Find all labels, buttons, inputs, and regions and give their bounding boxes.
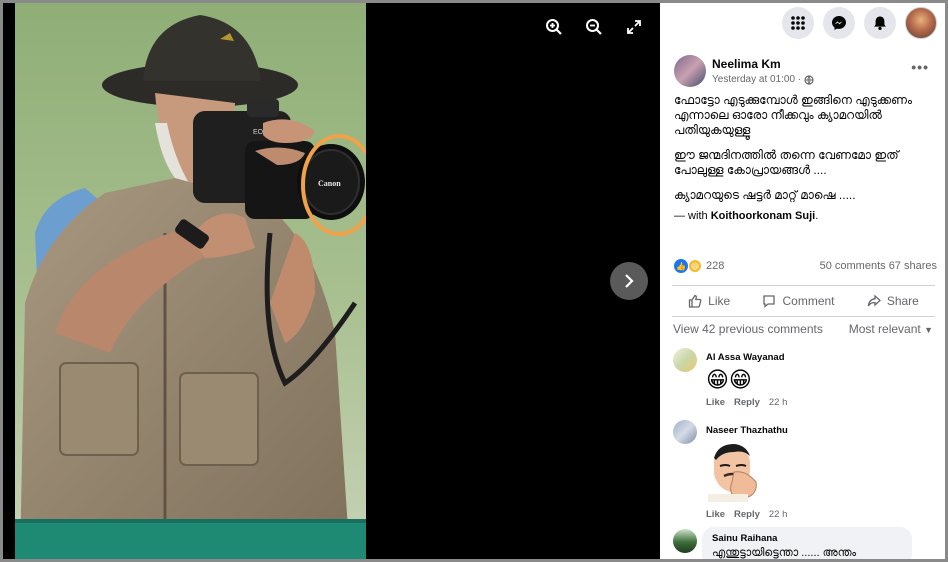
- haha-reaction-icon: 😆: [688, 259, 702, 273]
- notifications-bell-icon: [874, 16, 886, 30]
- messenger-icon: [832, 16, 846, 30]
- comment-button[interactable]: Comment: [762, 294, 835, 308]
- post-body: ഫോട്ടോ എടുക്കുമ്പോൾ ഇങ്ങിനെ എടുക്കണം എന്…: [660, 89, 945, 224]
- comments-controls: View 42 previous comments Most relevant …: [673, 322, 933, 336]
- comment-text: 😁😁: [706, 367, 752, 392]
- post-paragraph-1: ഫോട്ടോ എടുക്കുമ്പോൾ ഇങ്ങിനെ എടുക്കണം എന്…: [674, 93, 912, 137]
- comment-text: എന്തുട്ടായിട്ടെന്താ ...... അന്തം: [712, 547, 857, 559]
- comment-reply-button[interactable]: Reply: [734, 397, 760, 408]
- viewer-toolbar: [544, 17, 644, 37]
- with-suffix: .: [815, 210, 819, 222]
- zoom-in-icon[interactable]: [544, 17, 564, 37]
- post-header: Neelima Km Yesterday at 01:00 · •••: [660, 41, 945, 89]
- tagged-person-link[interactable]: Koithoorkonam Suji: [711, 210, 816, 222]
- post-actions: Like Comment Share: [672, 285, 935, 317]
- chevron-right-icon: [625, 274, 634, 288]
- post-panel: Neelima Km Yesterday at 01:00 · ••• ഫോട്…: [660, 3, 945, 559]
- comment-time[interactable]: 22 h: [769, 509, 788, 520]
- like-reaction-icon: 👍: [674, 259, 688, 273]
- post-photo: EOS Canon: [15, 3, 366, 559]
- comment-time[interactable]: 22 h: [769, 397, 788, 408]
- like-button[interactable]: Like: [688, 294, 730, 308]
- commenter-name[interactable]: Naseer Thazhathu: [706, 425, 788, 436]
- comment-label: Comment: [782, 294, 835, 308]
- commenter-avatar[interactable]: [673, 529, 697, 553]
- commenter-avatar[interactable]: [673, 420, 697, 444]
- commenter-name[interactable]: Al Assa Wayanad: [706, 352, 787, 363]
- shares-count[interactable]: 67 shares: [889, 260, 937, 272]
- share-icon: [867, 294, 881, 307]
- post-paragraph-3: ക്യാമറയുടെ ഷട്ടർ മാറ്റ് മാഷെ .....: [674, 188, 856, 202]
- share-label: Share: [886, 294, 919, 308]
- commenter-avatar[interactable]: [673, 348, 697, 372]
- notifications-button[interactable]: [864, 7, 896, 39]
- tagged-with: — with Koithoorkonam Suji.: [674, 209, 937, 224]
- post-timestamp[interactable]: Yesterday at 01:00 ·: [712, 74, 801, 85]
- comment-item: Sainu Raihana എന്തുട്ടായിട്ടെന്താ ......…: [673, 527, 937, 559]
- thumbs-up-icon: [689, 294, 702, 308]
- comment-actions: Like Reply 22 h: [706, 509, 788, 520]
- sort-comments-dropdown[interactable]: Most relevant ▼: [849, 322, 933, 336]
- comment-item: Al Assa Wayanad 😁😁 Like Reply 22 h: [673, 348, 937, 408]
- author-avatar[interactable]: [674, 55, 706, 87]
- comment-item: Naseer Thazhathu Like Reply 22 h: [673, 420, 937, 520]
- comment-icon: [763, 295, 776, 308]
- comment-like-button[interactable]: Like: [706, 509, 725, 520]
- facepalm-sticker-icon: [708, 444, 757, 502]
- author-name[interactable]: Neelima Km: [712, 57, 814, 71]
- comment-actions: Like Reply 22 h: [706, 397, 787, 408]
- share-button[interactable]: Share: [867, 294, 919, 308]
- commenter-name[interactable]: Sainu Raihana: [712, 533, 902, 544]
- photo-viewer: EOS Canon: [3, 3, 660, 559]
- sort-label: Most relevant: [848, 322, 921, 336]
- zoom-out-icon[interactable]: [584, 17, 604, 37]
- comment-reply-button[interactable]: Reply: [734, 509, 760, 520]
- post-options-button[interactable]: •••: [911, 59, 929, 75]
- messenger-button[interactable]: [823, 7, 855, 39]
- menu-grid-button[interactable]: [782, 7, 814, 39]
- next-photo-button[interactable]: [610, 262, 648, 300]
- like-label: Like: [708, 294, 731, 308]
- post-paragraph-2: ഈ ജന്മദിനത്തിൽ തന്നെ വേണമോ ഇത് പോലുള്ള ക…: [674, 148, 899, 177]
- caret-down-icon: ▼: [924, 325, 933, 335]
- comment-like-button[interactable]: Like: [706, 397, 725, 408]
- reactions-summary[interactable]: 👍 😆 228: [674, 259, 724, 273]
- account-avatar[interactable]: [905, 7, 937, 39]
- comments-count[interactable]: 50 comments: [820, 260, 886, 272]
- comment-bubble: Sainu Raihana എന്തുട്ടായിട്ടെന്താ ......…: [702, 527, 912, 559]
- canon-lens-text: Canon: [318, 179, 341, 188]
- menu-grid-icon: [791, 16, 805, 30]
- fullscreen-icon[interactable]: [624, 17, 644, 37]
- top-navigation: [660, 3, 945, 41]
- globe-icon: [804, 74, 814, 85]
- post-stats: 👍 😆 228 50 comments 67 shares: [674, 259, 937, 273]
- view-previous-comments[interactable]: View 42 previous comments: [673, 322, 823, 336]
- comment-sticker: [706, 442, 788, 507]
- with-prefix: — with: [674, 210, 708, 222]
- reaction-count: 228: [706, 260, 725, 272]
